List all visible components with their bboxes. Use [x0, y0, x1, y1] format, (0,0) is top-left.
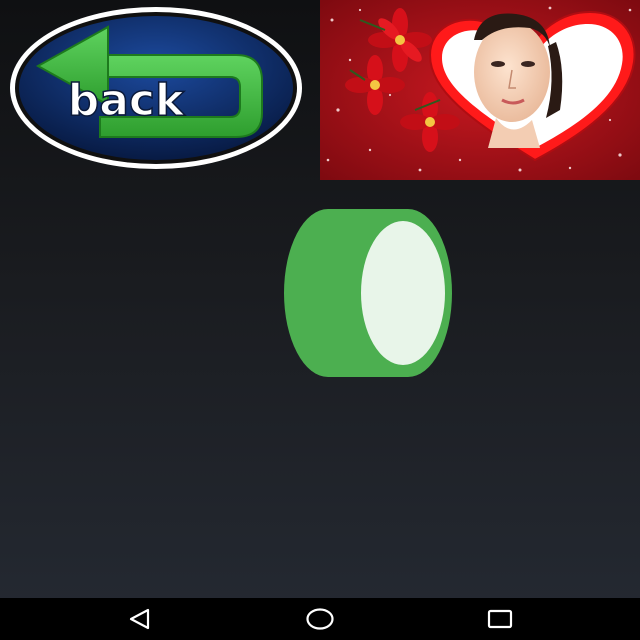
app-screen: back	[0, 0, 640, 640]
system-nav-bar	[0, 598, 640, 640]
back-button-label: back	[68, 75, 186, 126]
triangle-back-icon	[129, 608, 150, 630]
toggle-switch[interactable]	[282, 207, 454, 379]
heart-frame-thumbnail[interactable]	[320, 0, 640, 180]
circle-home-icon	[306, 608, 334, 630]
square-recents-icon	[487, 609, 513, 629]
heart-frame-image	[320, 0, 640, 180]
capsule-toggle-icon	[284, 209, 452, 377]
return-arrow-icon: back	[10, 7, 302, 169]
nav-recents-button[interactable]	[468, 598, 532, 640]
nav-back-button[interactable]	[108, 598, 172, 640]
back-button[interactable]: back	[8, 5, 304, 171]
nav-home-button[interactable]	[288, 598, 352, 640]
